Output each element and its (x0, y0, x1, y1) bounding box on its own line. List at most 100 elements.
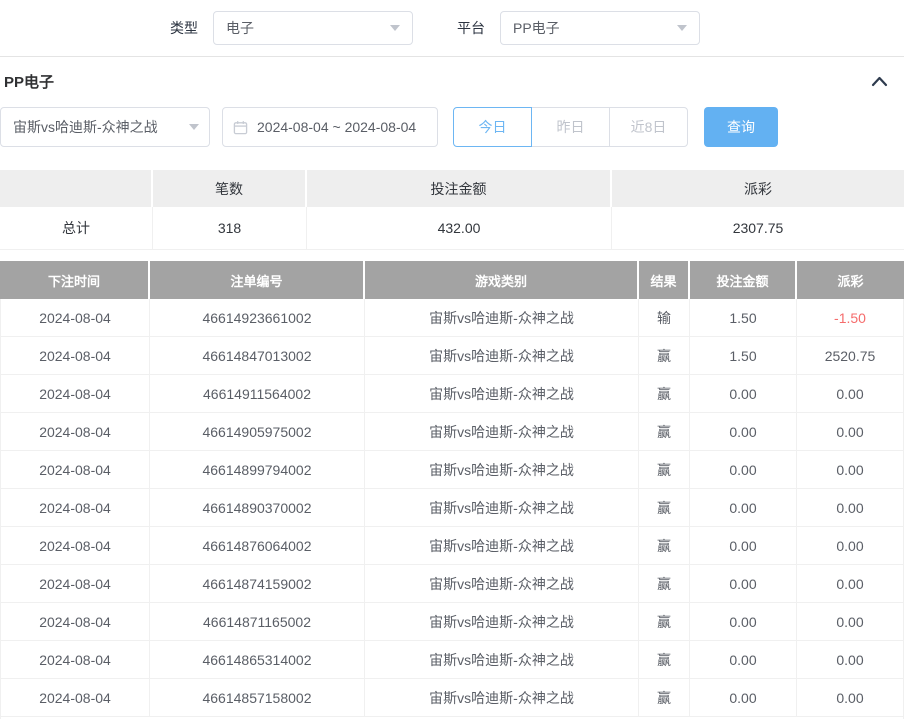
table-row: 2024-08-04 46614847013002 宙斯vs哈迪斯-众神之战 赢… (0, 337, 904, 375)
date-range-input[interactable]: 2024-08-04 ~ 2024-08-04 (222, 107, 438, 147)
cell-bet-amount: 1.50 (690, 299, 797, 337)
cell-bet-amount: 0.00 (690, 527, 797, 565)
summary-total-label: 总计 (0, 207, 153, 250)
cell-result: 赢 (639, 489, 690, 527)
cell-bet-amount: 0.00 (690, 375, 797, 413)
cell-order-no: 46614890370002 (150, 489, 365, 527)
calendar-icon (233, 120, 248, 135)
collapse-button[interactable] (871, 76, 888, 87)
last8days-button[interactable]: 近8日 (609, 107, 688, 147)
header-order-no: 注单编号 (150, 261, 365, 299)
cell-result: 赢 (639, 451, 690, 489)
cell-order-no: 46614899794002 (150, 451, 365, 489)
cell-bet-amount: 0.00 (690, 641, 797, 679)
cell-bet-time: 2024-08-04 (0, 679, 150, 717)
table-row: 2024-08-04 46614876064002 宙斯vs哈迪斯-众神之战 赢… (0, 527, 904, 565)
chevron-up-icon (871, 76, 888, 87)
cell-game: 宙斯vs哈迪斯-众神之战 (365, 565, 639, 603)
type-select-value: 电子 (226, 18, 254, 38)
yesterday-button[interactable]: 昨日 (531, 107, 610, 147)
cell-bet-time: 2024-08-04 (0, 299, 150, 337)
cell-bet-amount: 0.00 (690, 565, 797, 603)
summary-total-payout: 2307.75 (612, 207, 904, 250)
cell-order-no: 46614911564002 (150, 375, 365, 413)
cell-bet-amount: 0.00 (690, 413, 797, 451)
caret-down-icon (390, 25, 400, 31)
summary-header-count: 笔数 (153, 170, 307, 207)
cell-bet-amount: 0.00 (690, 679, 797, 717)
caret-down-icon (677, 25, 687, 31)
cell-payout: 0.00 (797, 641, 904, 679)
type-select[interactable]: 电子 (213, 11, 413, 45)
game-filter-select[interactable]: 宙斯vs哈迪斯-众神之战 (0, 107, 210, 147)
bet-table-header: 下注时间 注单编号 游戏类别 结果 投注金额 派彩 (0, 261, 904, 299)
cell-game: 宙斯vs哈迪斯-众神之战 (365, 489, 639, 527)
today-button[interactable]: 今日 (453, 107, 532, 147)
cell-result: 赢 (639, 375, 690, 413)
summary-header-bet-amount: 投注金额 (307, 170, 612, 207)
header-payout: 派彩 (797, 261, 904, 299)
cell-result: 赢 (639, 679, 690, 717)
query-bar: 宙斯vs哈迪斯-众神之战 2024-08-04 ~ 2024-08-04 今日 … (0, 107, 904, 147)
cell-result: 赢 (639, 641, 690, 679)
cell-game: 宙斯vs哈迪斯-众神之战 (365, 641, 639, 679)
caret-down-icon (189, 124, 199, 130)
cell-order-no: 46614865314002 (150, 641, 365, 679)
cell-result: 赢 (639, 337, 690, 375)
summary-header-payout: 派彩 (612, 170, 904, 207)
header-bet-time: 下注时间 (0, 261, 150, 299)
cell-game: 宙斯vs哈迪斯-众神之战 (365, 603, 639, 641)
cell-payout: 0.00 (797, 451, 904, 489)
cell-bet-time: 2024-08-04 (0, 641, 150, 679)
header-bet-amount: 投注金额 (690, 261, 797, 299)
cell-payout: 0.00 (797, 527, 904, 565)
date-range-value: 2024-08-04 ~ 2024-08-04 (257, 119, 416, 135)
section-header: PP电子 (0, 57, 904, 105)
table-row: 2024-08-04 46614874159002 宙斯vs哈迪斯-众神之战 赢… (0, 565, 904, 603)
table-row: 2024-08-04 46614857158002 宙斯vs哈迪斯-众神之战 赢… (0, 679, 904, 717)
game-filter-value: 宙斯vs哈迪斯-众神之战 (13, 117, 158, 137)
table-row: 2024-08-04 46614890370002 宙斯vs哈迪斯-众神之战 赢… (0, 489, 904, 527)
cell-bet-time: 2024-08-04 (0, 565, 150, 603)
cell-result: 赢 (639, 603, 690, 641)
cell-order-no: 46614876064002 (150, 527, 365, 565)
summary-total-count: 318 (153, 207, 307, 250)
cell-payout: -1.50 (797, 299, 904, 337)
cell-bet-time: 2024-08-04 (0, 489, 150, 527)
bet-table: 下注时间 注单编号 游戏类别 结果 投注金额 派彩 2024-08-04 466… (0, 261, 904, 719)
cell-payout: 2520.75 (797, 337, 904, 375)
cell-payout: 0.00 (797, 489, 904, 527)
cell-bet-time: 2024-08-04 (0, 337, 150, 375)
cell-game: 宙斯vs哈迪斯-众神之战 (365, 337, 639, 375)
table-row: 2024-08-04 46614865314002 宙斯vs哈迪斯-众神之战 赢… (0, 641, 904, 679)
cell-game: 宙斯vs哈迪斯-众神之战 (365, 451, 639, 489)
cell-order-no: 46614923661002 (150, 299, 365, 337)
platform-label: 平台 (457, 18, 485, 38)
cell-game: 宙斯vs哈迪斯-众神之战 (365, 527, 639, 565)
platform-select-value: PP电子 (513, 18, 560, 38)
cell-order-no: 46614857158002 (150, 679, 365, 717)
cell-bet-time: 2024-08-04 (0, 527, 150, 565)
cell-game: 宙斯vs哈迪斯-众神之战 (365, 375, 639, 413)
cell-bet-time: 2024-08-04 (0, 375, 150, 413)
cell-bet-time: 2024-08-04 (0, 451, 150, 489)
cell-game: 宙斯vs哈迪斯-众神之战 (365, 679, 639, 717)
table-row: 2024-08-04 46614911564002 宙斯vs哈迪斯-众神之战 赢… (0, 375, 904, 413)
cell-game: 宙斯vs哈迪斯-众神之战 (365, 299, 639, 337)
cell-bet-amount: 1.50 (690, 337, 797, 375)
cell-bet-amount: 0.00 (690, 603, 797, 641)
platform-select[interactable]: PP电子 (500, 11, 700, 45)
header-result: 结果 (639, 261, 690, 299)
cell-bet-time: 2024-08-04 (0, 413, 150, 451)
cell-result: 输 (639, 299, 690, 337)
header-game-category: 游戏类别 (365, 261, 639, 299)
cell-result: 赢 (639, 565, 690, 603)
cell-payout: 0.00 (797, 413, 904, 451)
table-row: 2024-08-04 46614899794002 宙斯vs哈迪斯-众神之战 赢… (0, 451, 904, 489)
cell-order-no: 46614847013002 (150, 337, 365, 375)
cell-order-no: 46614874159002 (150, 565, 365, 603)
cell-result: 赢 (639, 527, 690, 565)
cell-game: 宙斯vs哈迪斯-众神之战 (365, 413, 639, 451)
table-row: 2024-08-04 46614923661002 宙斯vs哈迪斯-众神之战 输… (0, 299, 904, 337)
search-button[interactable]: 查询 (704, 107, 778, 147)
